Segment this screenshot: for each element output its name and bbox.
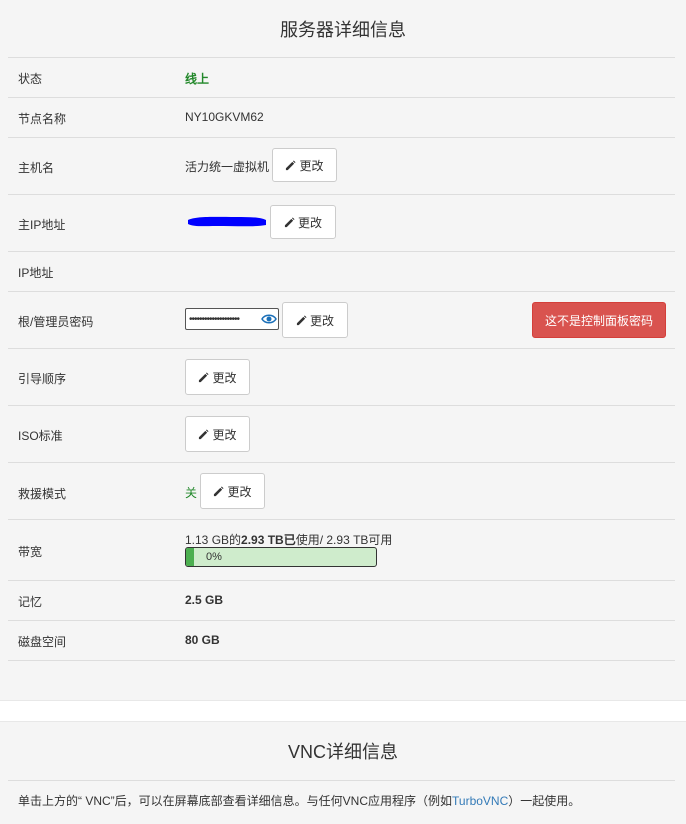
divider: [8, 291, 675, 292]
divider: [8, 519, 675, 520]
change-label: 更改: [212, 370, 237, 385]
rescue-mode-value: 关: [185, 486, 198, 500]
vnc-instructions: 单击上方的“ VNC”后，可以在屏幕底部查看详细信息。与任何VNC应用程序（例如…: [18, 792, 580, 809]
change-rescue-mode-button[interactable]: 更改: [200, 473, 265, 509]
vnc-details-title: VNC详细信息: [287, 742, 398, 762]
change-password-button[interactable]: 更改: [282, 302, 348, 338]
bandwidth-label: 带宽: [18, 545, 43, 559]
disk-space-label: 磁盘空间: [18, 635, 67, 649]
divider: [8, 405, 675, 406]
divider: [8, 251, 675, 252]
bandwidth-usage-text: 1.13 GB的2.93 TB已使用/ 2.93 TB可用: [185, 531, 392, 548]
bandwidth-available: 使用/ 2.93 TB可用: [295, 533, 393, 547]
turbovnc-link[interactable]: TurboVNC: [452, 794, 508, 808]
password-label: 根/管理员密码: [18, 315, 94, 329]
change-label: 更改: [309, 313, 334, 328]
change-label: 更改: [299, 158, 324, 173]
vnc-text-after: ）一起使用。: [508, 794, 581, 808]
redaction-mark: [188, 216, 266, 227]
pencil-icon: [199, 428, 210, 439]
memory-value: 2.5 GB: [185, 593, 224, 607]
bandwidth-used: 1.13 GB的: [185, 533, 242, 547]
divider: [8, 580, 675, 581]
divider: [8, 194, 675, 195]
divider: [8, 462, 675, 463]
change-label: 更改: [212, 427, 237, 442]
divider: [8, 348, 675, 349]
divider: [8, 620, 675, 621]
pencil-icon: [214, 485, 225, 496]
pencil-icon: [286, 159, 297, 170]
change-iso-button[interactable]: 更改: [185, 416, 250, 452]
bandwidth-total: 2.93 TB已: [241, 533, 296, 547]
password-input[interactable]: [186, 309, 265, 329]
divider: [8, 57, 675, 58]
status-label: 状态: [18, 72, 43, 86]
divider: [8, 780, 675, 781]
hostname-label: 主机名: [18, 161, 55, 175]
divider: [8, 137, 675, 138]
pencil-icon: [284, 216, 295, 227]
disk-space-value: 80 GB: [185, 633, 220, 647]
server-details-panel: [0, 0, 686, 701]
vnc-text-before: 单击上方的“ VNC”后，可以在屏幕底部查看详细信息。与任何VNC应用程序（例如: [18, 794, 453, 808]
node-name-label: 节点名称: [18, 112, 67, 126]
divider: [8, 97, 675, 98]
eye-icon[interactable]: [261, 313, 277, 325]
change-hostname-button[interactable]: 更改: [272, 148, 337, 182]
hostname-value: 活力统一虚拟机: [185, 160, 270, 174]
main-ip-label: 主IP地址: [18, 218, 66, 232]
bandwidth-progress-fill: [186, 548, 194, 566]
server-details-title: 服务器详细信息: [280, 20, 406, 40]
change-boot-order-button[interactable]: 更改: [185, 359, 250, 395]
node-name-value: NY10GKVM62: [185, 110, 264, 124]
bandwidth-progress-text: 0%: [206, 551, 222, 563]
not-panel-password-button[interactable]: 这不是控制面板密码: [532, 302, 666, 338]
memory-label: 记忆: [18, 595, 43, 609]
status-value: 线上: [185, 72, 210, 86]
iso-label: ISO标准: [18, 429, 63, 443]
bandwidth-progress-bar: 0%: [185, 547, 377, 567]
pencil-icon: [296, 314, 307, 325]
pencil-icon: [199, 371, 210, 382]
change-main-ip-button[interactable]: 更改: [270, 205, 336, 239]
rescue-mode-label: 救援模式: [18, 487, 67, 501]
password-field[interactable]: [185, 308, 279, 330]
boot-order-label: 引导顺序: [18, 372, 67, 386]
divider: [8, 660, 675, 661]
change-label: 更改: [227, 484, 252, 499]
change-label: 更改: [297, 215, 322, 230]
ip-label: IP地址: [18, 266, 54, 280]
